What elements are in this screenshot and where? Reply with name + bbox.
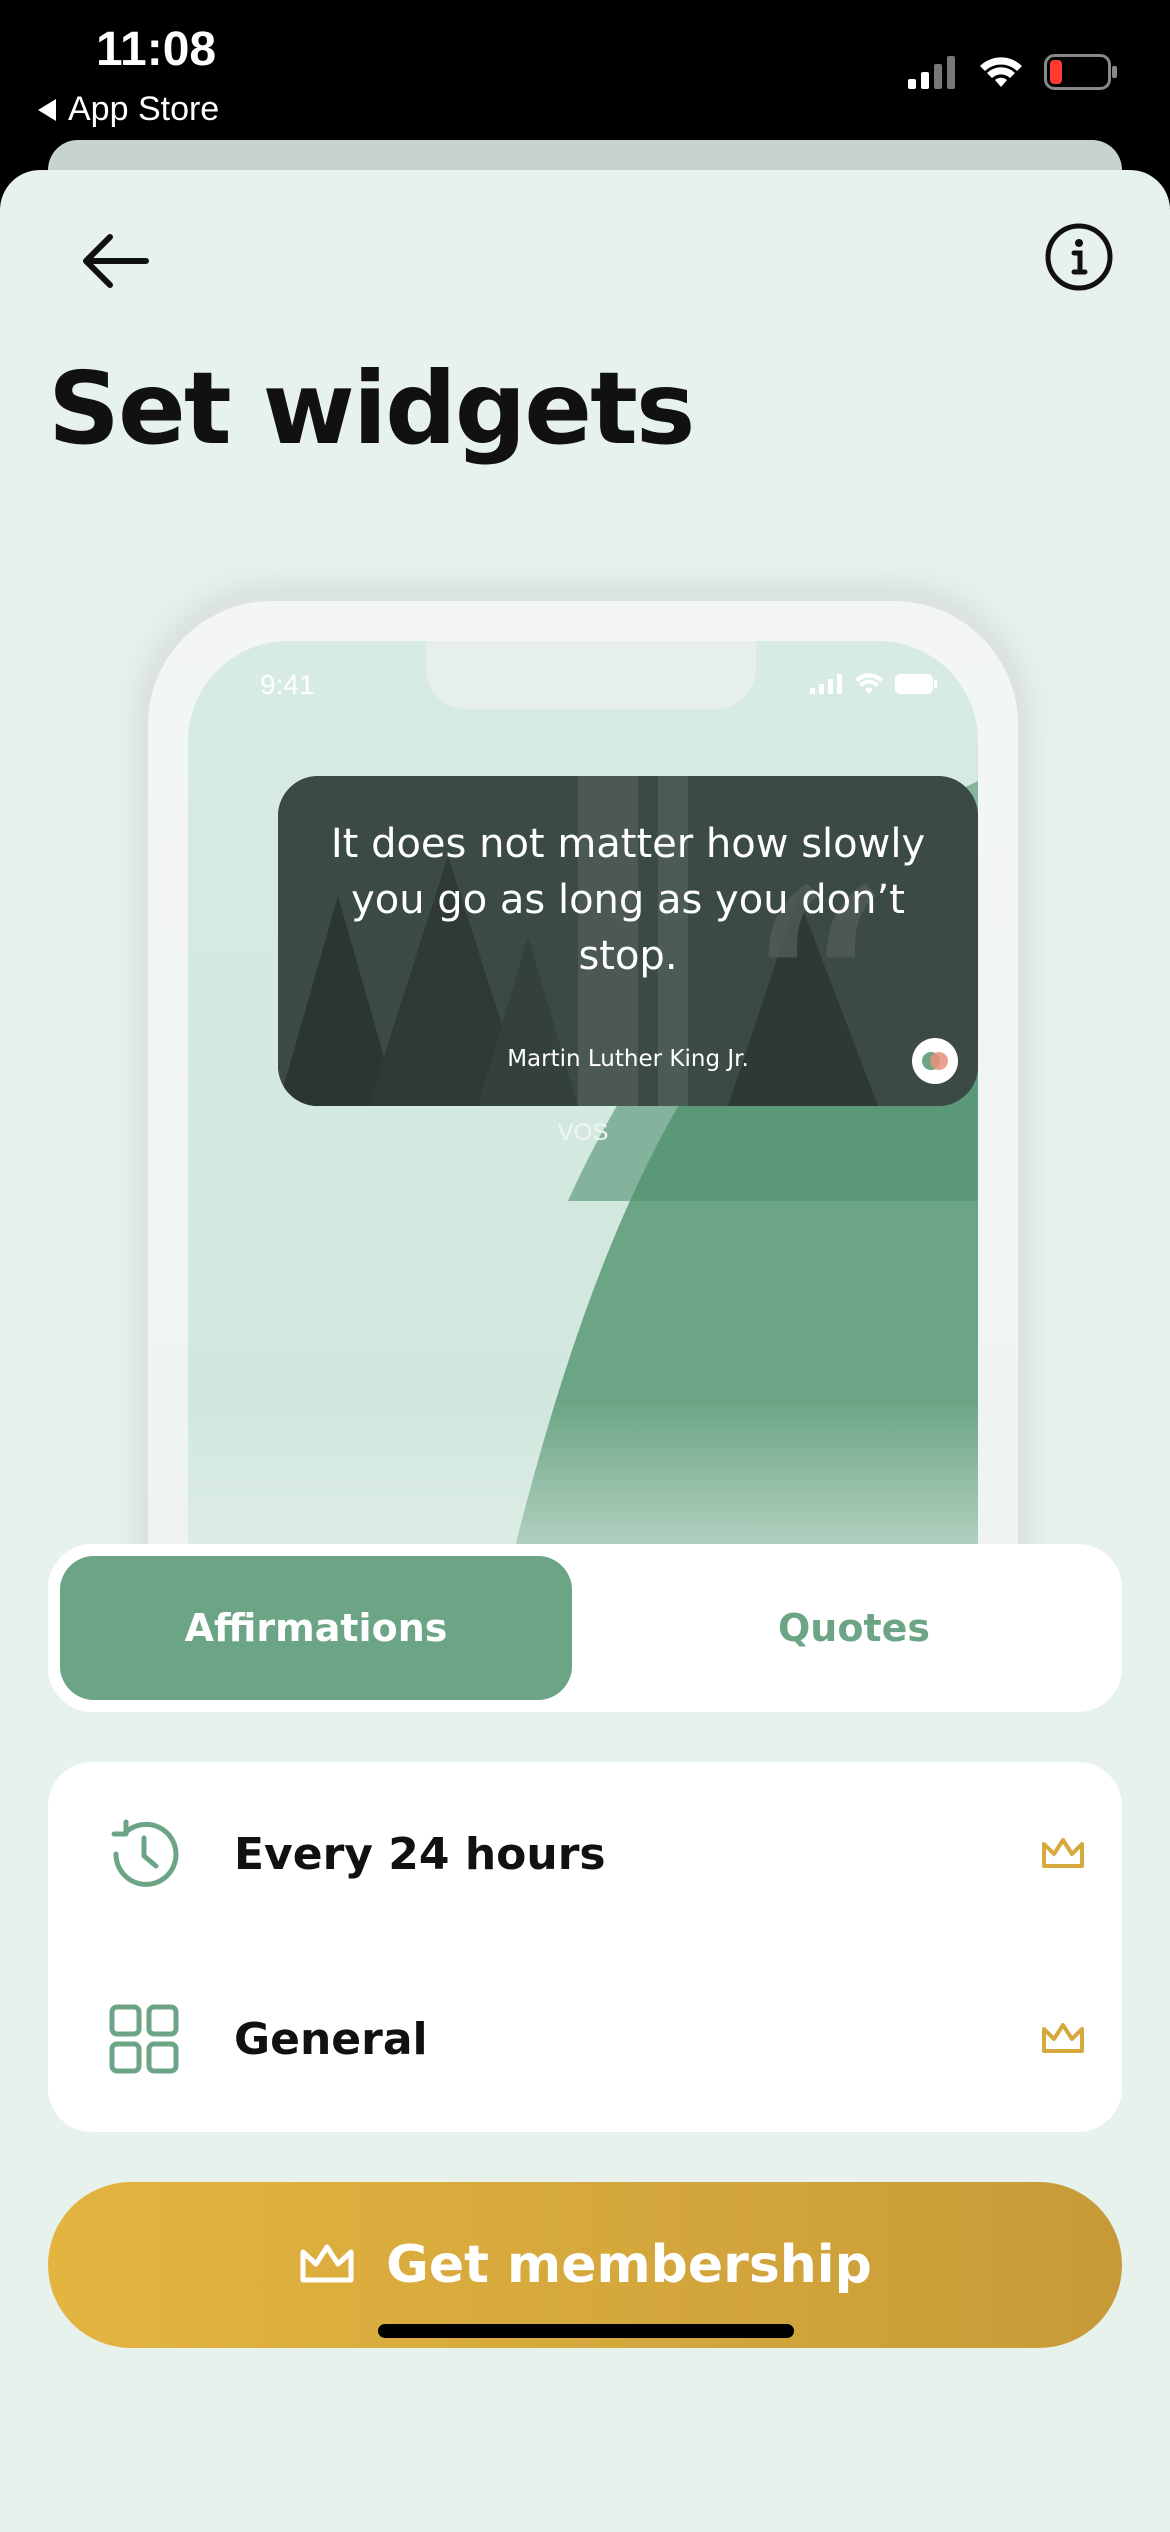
crown-icon <box>300 2244 354 2283</box>
phone-wifi-icon <box>855 673 883 694</box>
option-category[interactable]: General <box>48 1947 1122 2132</box>
crown-icon <box>1042 1838 1084 1868</box>
status-time: 11:08 <box>96 23 217 76</box>
option-frequency[interactable]: Every 24 hours <box>48 1762 1122 1947</box>
clock-refresh-icon <box>111 1819 179 1887</box>
widget-app-label: VOS <box>557 1119 609 1146</box>
option-category-label: General <box>234 2014 428 2065</box>
tab-quotes[interactable]: Quotes <box>598 1556 1110 1700</box>
status-icons <box>908 54 1118 90</box>
phone-battery-icon <box>895 674 937 694</box>
phone-signal-icon <box>810 674 842 694</box>
phone-notch <box>426 641 756 709</box>
app-logo-icon <box>912 1038 958 1084</box>
crown-icon <box>1042 2023 1084 2053</box>
back-triangle-icon <box>38 98 56 121</box>
phone-screen: 9:41 “ It does not matter how slowly you… <box>188 641 978 1661</box>
signal-icon <box>908 56 955 89</box>
back-button[interactable] <box>74 220 156 302</box>
home-indicator[interactable] <box>378 2324 794 2338</box>
widget-author: Martin Luther King Jr. <box>507 1046 749 1072</box>
widget-quote: It does not matter how slowly you go as … <box>330 821 926 979</box>
page-title: Set widgets <box>48 350 695 467</box>
wifi-icon <box>980 57 1022 87</box>
info-button[interactable] <box>1044 222 1114 292</box>
get-membership-label: Get membership <box>386 2235 872 2295</box>
sheet: Set widgets 9:41 “ It does not matter ho… <box>0 170 1170 2532</box>
phone-time: 9:41 <box>260 669 315 700</box>
quote-widget: “ It does not matter how slowly you go a… <box>278 776 978 1106</box>
back-to-app-store[interactable]: App Store <box>38 90 219 129</box>
arrow-left-icon <box>83 234 149 288</box>
widget-type-segmented-control: Affirmations Quotes <box>48 1544 1122 1712</box>
phone-preview: 9:41 “ It does not matter how slowly you… <box>142 595 1024 1661</box>
phone-status-icons <box>810 673 938 695</box>
option-frequency-label: Every 24 hours <box>234 1829 606 1880</box>
grid-icon <box>109 2004 179 2074</box>
info-icon <box>1045 223 1113 291</box>
battery-icon <box>1044 54 1117 90</box>
status-bar: 11:08 App Store <box>0 0 1170 150</box>
tab-affirmations[interactable]: Affirmations <box>60 1556 572 1700</box>
widget-options-card: Every 24 hours General <box>48 1762 1122 2132</box>
back-app-label: App Store <box>68 90 220 128</box>
